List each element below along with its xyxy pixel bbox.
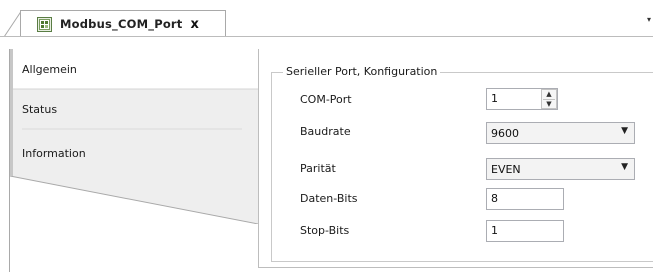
stop-bits-label: Stop-Bits [300, 224, 350, 237]
parity-label: Parität [300, 162, 336, 175]
nav-item-status[interactable]: Status [22, 103, 57, 116]
com-port-spinner[interactable]: ▲ ▼ [541, 89, 557, 109]
parity-select[interactable]: EVEN ▼ [486, 158, 635, 180]
nav-item-information[interactable]: Information [22, 147, 86, 160]
data-bits-label: Daten-Bits [300, 192, 358, 205]
nav-edge-shade [10, 49, 13, 176]
parity-value: EVEN [491, 163, 521, 176]
device-config-icon [37, 16, 52, 32]
baudrate-select[interactable]: 9600 ▼ [486, 122, 635, 144]
chevron-down-icon: ▼ [621, 162, 628, 172]
close-tab-icon[interactable]: x [191, 17, 199, 32]
spin-up-icon[interactable]: ▲ [542, 90, 556, 99]
baudrate-label: Baudrate [300, 125, 351, 138]
document-tabstrip: Modbus_COM_Port x ▾ [0, 0, 653, 38]
nav-item-allgemein[interactable]: Allgemein [22, 63, 77, 76]
document-tab-modbus-com-port[interactable]: Modbus_COM_Port x [20, 10, 226, 37]
com-port-label: COM-Port [300, 93, 352, 106]
spin-down-icon[interactable]: ▼ [542, 100, 556, 109]
stop-bits-input[interactable]: 1 [486, 220, 564, 242]
tab-list-dropdown-icon[interactable]: ▾ [647, 15, 651, 24]
group-title: Serieller Port, Konfiguration [283, 65, 441, 78]
tabstrip-baseline [0, 36, 653, 37]
data-bits-input[interactable]: 8 [486, 188, 564, 210]
chevron-down-icon: ▼ [621, 126, 628, 136]
editor-nav: Allgemein Status Information [10, 49, 258, 224]
document-tab-title: Modbus_COM_Port [60, 17, 183, 31]
baudrate-value: 9600 [491, 127, 519, 140]
